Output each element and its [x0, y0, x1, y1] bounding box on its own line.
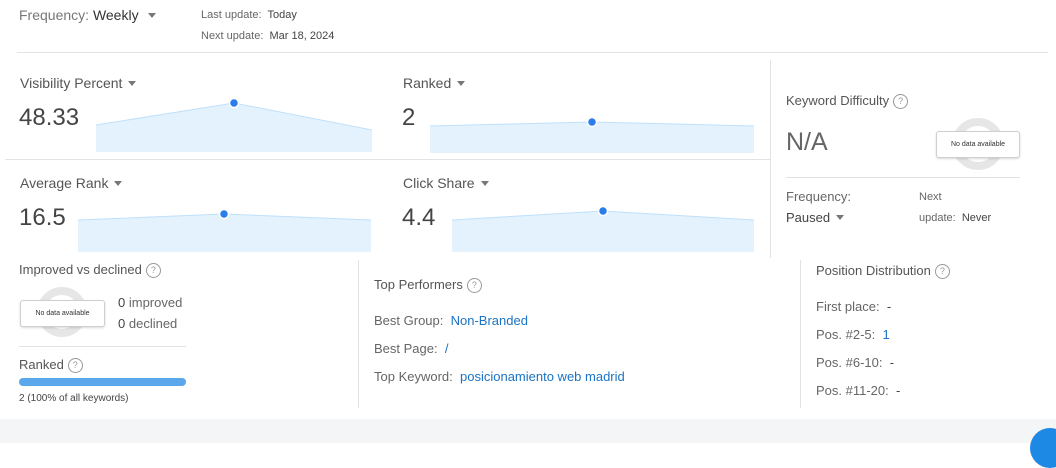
chevron-down-icon: [148, 12, 157, 18]
improved-label: Improved vs declined: [19, 262, 142, 277]
average-rank-value: 16.5: [19, 204, 66, 231]
top-performers-title: Top Performers?: [374, 277, 482, 293]
top-keyword-link[interactable]: posicionamiento web madrid: [460, 369, 625, 384]
kd-update-label: update:: [919, 212, 956, 224]
bottom-band: [0, 419, 1056, 443]
next-update-label: Next update:: [201, 30, 264, 42]
kd-frequency-label: Frequency:: [786, 189, 852, 204]
chevron-down-icon: [128, 80, 137, 86]
improved-divider: [358, 260, 359, 408]
chevron-down-icon: [480, 180, 489, 186]
click-share-sparkline: [452, 205, 754, 252]
keyword-difficulty-no-data-tooltip: No data available: [936, 131, 1020, 158]
improved-count-row: 0 improved: [118, 295, 182, 310]
position-label: Pos. #2-5:: [816, 327, 876, 342]
average-rank-sparkline: [78, 208, 371, 252]
position-label: Pos. #11-20:: [816, 383, 889, 398]
position-label: Pos. #6-10:: [816, 355, 883, 370]
last-update-value: Today: [267, 9, 297, 21]
header-divider: [17, 52, 1048, 53]
best-group-link[interactable]: Non-Branded: [451, 313, 528, 328]
best-group-row: Best Group: Non-Branded: [374, 313, 528, 328]
metrics-divider: [5, 159, 771, 160]
visibility-point: [228, 98, 240, 109]
position-row-11-20: Pos. #11-20: -: [816, 383, 900, 398]
top-performers-label: Top Performers: [374, 277, 463, 292]
visibility-sparkline: [96, 98, 372, 152]
best-page-label: Best Page:: [374, 341, 438, 356]
best-page-row: Best Page: /: [374, 341, 448, 356]
position-value: -: [886, 299, 892, 314]
improved-text: improved: [128, 295, 183, 310]
top-keyword-label: Top Keyword:: [374, 369, 453, 384]
visibility-value: 48.33: [19, 104, 80, 131]
keyword-difficulty-value: N/A: [786, 128, 828, 156]
help-icon[interactable]: ?: [466, 277, 482, 293]
position-distribution-title: Position Distribution?: [816, 263, 950, 279]
position-distribution-label: Position Distribution: [816, 263, 931, 278]
keyword-difficulty-label: Keyword Difficulty: [786, 93, 890, 108]
position-row-6-10: Pos. #6-10: -: [816, 355, 894, 370]
ranked-section-title: Ranked?: [19, 357, 83, 373]
best-page-link[interactable]: /: [445, 341, 449, 356]
top-keyword-row: Top Keyword: posicionamiento web madrid: [374, 369, 625, 384]
click-share-title: Click Share: [403, 175, 475, 191]
frequency-selector[interactable]: Frequency: Weekly: [19, 7, 157, 23]
ranked-dropdown[interactable]: Ranked: [403, 75, 466, 91]
click-share-point: [597, 205, 609, 217]
help-icon[interactable]: ?: [934, 263, 950, 279]
help-icon[interactable]: ?: [145, 262, 161, 278]
keyword-difficulty-title: Keyword Difficulty?: [786, 93, 909, 109]
click-share-value: 4.4: [402, 204, 436, 231]
last-update-label: Last update:: [201, 9, 262, 21]
best-group-label: Best Group:: [374, 313, 444, 328]
improved-separator: [19, 346, 186, 347]
position-value: -: [896, 383, 901, 398]
last-update: Last update: Today: [201, 9, 297, 21]
average-rank-point: [218, 208, 230, 220]
ranked-title: Ranked: [403, 75, 452, 91]
frequency-label: Frequency:: [19, 7, 90, 23]
position-value: -: [889, 355, 895, 370]
next-update-value: Mar 18, 2024: [269, 30, 335, 42]
ranked-value: 2: [402, 104, 416, 131]
chevron-down-icon: [836, 215, 845, 221]
next-update: Next update: Mar 18, 2024: [201, 30, 334, 42]
declined-count: 0: [118, 316, 126, 331]
position-value-link[interactable]: 1: [883, 327, 890, 342]
average-rank-dropdown[interactable]: Average Rank: [20, 175, 123, 191]
help-icon[interactable]: ?: [67, 357, 83, 373]
average-rank-title: Average Rank: [20, 175, 109, 191]
visibility-title: Visibility Percent: [20, 75, 123, 91]
ranked-progress-fill: [19, 378, 186, 386]
kd-next-update: update: Never: [919, 212, 991, 224]
ranked-caption: 2 (100% of all keywords): [19, 393, 129, 404]
position-row-2-5: Pos. #2-5: 1: [816, 327, 890, 342]
position-label: First place:: [816, 299, 880, 314]
kd-next-label: Next: [919, 191, 942, 203]
ranked-sparkline: [430, 117, 754, 153]
chevron-down-icon: [457, 80, 466, 86]
declined-text: declined: [128, 316, 178, 331]
top-performers-divider: [800, 260, 801, 408]
click-share-dropdown[interactable]: Click Share: [403, 175, 489, 191]
visibility-dropdown[interactable]: Visibility Percent: [20, 75, 137, 91]
position-row-first: First place: -: [816, 299, 891, 314]
chevron-down-icon: [114, 180, 123, 186]
kd-frequency-selector[interactable]: Paused: [786, 210, 845, 225]
ranked-progress-track: [19, 378, 186, 386]
improved-count: 0: [118, 295, 126, 310]
improved-no-data-tooltip: No data available: [20, 300, 105, 327]
chat-bubble-button[interactable]: [1030, 428, 1056, 468]
keyword-difficulty-divider: [770, 60, 771, 258]
help-icon[interactable]: ?: [893, 93, 909, 109]
improved-title: Improved vs declined?: [19, 262, 161, 278]
ranked-section-label: Ranked: [19, 357, 64, 372]
frequency-value: Weekly: [92, 7, 139, 23]
kd-frequency-value: Paused: [786, 210, 831, 225]
declined-count-row: 0 declined: [118, 316, 177, 331]
kd-update-value: Never: [961, 212, 992, 224]
ranked-point: [586, 117, 598, 128]
keyword-difficulty-separator: [786, 177, 1020, 178]
